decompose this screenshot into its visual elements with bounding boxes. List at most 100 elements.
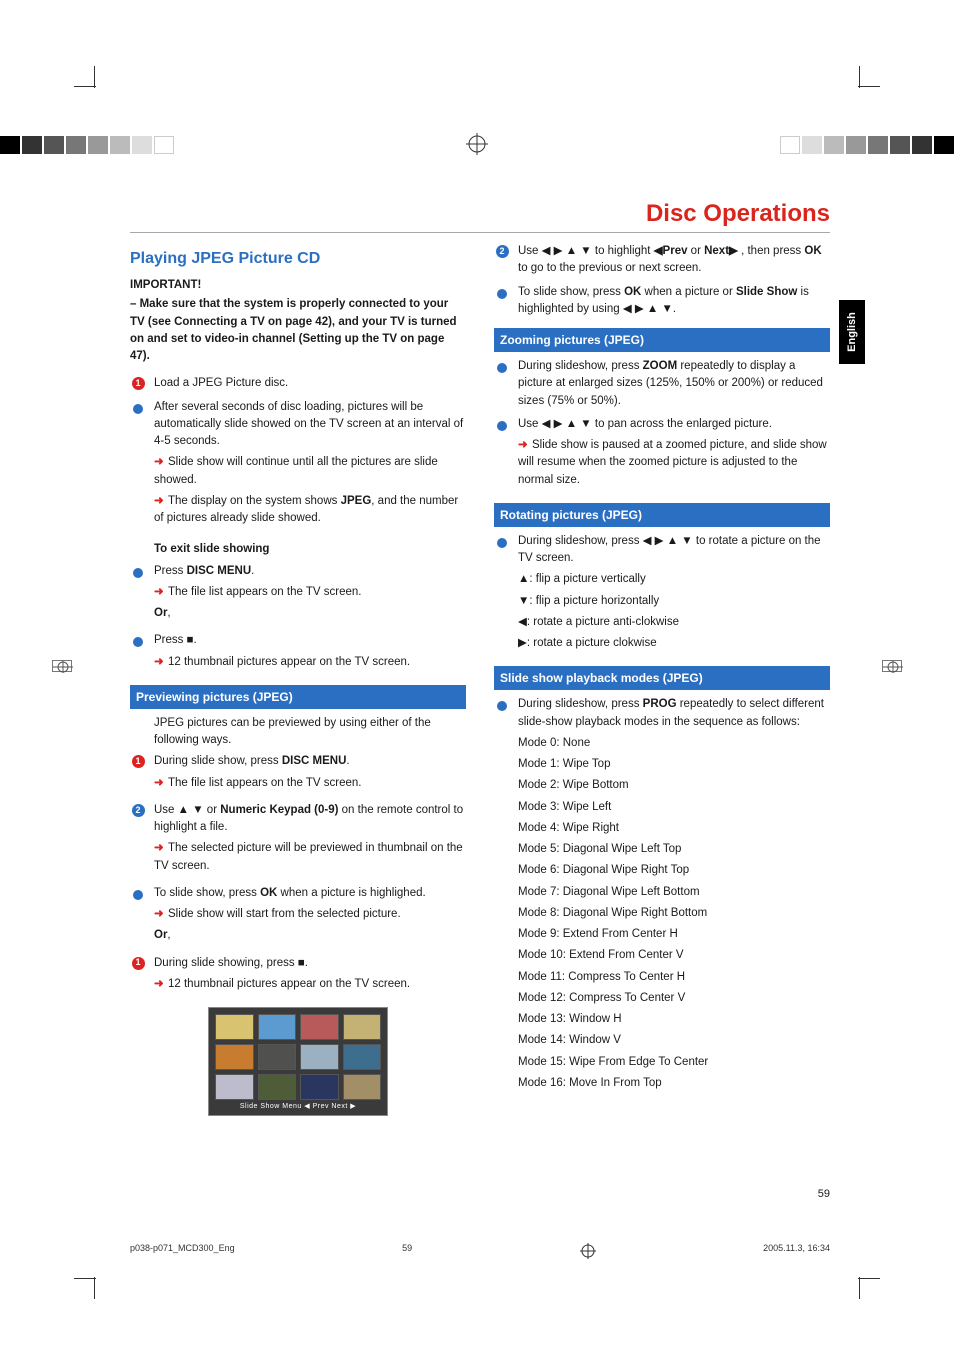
color-bar-right xyxy=(780,136,954,154)
arrow-text: The file list appears on the TV screen. xyxy=(168,777,361,789)
bullet-icon xyxy=(133,404,143,414)
language-tab: English xyxy=(839,300,865,364)
registration-mark-top xyxy=(466,133,488,158)
thumbnail-figure: Slide Show Menu ◀ Prev Next ▶ xyxy=(208,1007,388,1116)
arrow-text: The display on the system shows JPEG, an… xyxy=(154,495,458,524)
preview-intro: JPEG pictures can be previewed by using … xyxy=(154,715,466,750)
thumbnail xyxy=(258,1074,297,1100)
press-disc-menu: Press DISC MENU. xyxy=(154,563,361,580)
page-content: English Disc Operations Playing JPEG Pic… xyxy=(130,200,830,1200)
mode-item: Mode 16: Move In From Top xyxy=(518,1075,830,1092)
thumbnail-caption: Slide Show Menu ◀ Prev Next ▶ xyxy=(215,1100,381,1113)
crop-mark xyxy=(80,1265,108,1293)
print-color-bars xyxy=(0,130,954,160)
crop-mark xyxy=(80,72,108,100)
bullet-icon xyxy=(133,568,143,578)
section-bar-preview: Previewing pictures (JPEG) xyxy=(130,685,466,709)
arrow-icon: ➜ xyxy=(154,454,168,471)
or-label: Or xyxy=(154,929,167,941)
bullet-icon xyxy=(133,637,143,647)
bullet-text: During slideshow, press ZOOM repeatedly … xyxy=(518,358,830,410)
rotate-up: ▲: flip a picture vertically xyxy=(518,571,830,588)
step-number-icon: 1 xyxy=(132,377,145,390)
thumbnail xyxy=(215,1014,254,1040)
arrow-icon: ➜ xyxy=(154,493,168,510)
color-bar-left xyxy=(0,136,174,154)
crop-mark xyxy=(846,1265,874,1293)
thumbnail-grid xyxy=(215,1014,381,1100)
bullet-icon xyxy=(497,538,507,548)
section-bar-modes: Slide show playback modes (JPEG) xyxy=(494,666,830,690)
section-bar-zoom: Zooming pictures (JPEG) xyxy=(494,328,830,352)
registration-mark-right xyxy=(882,660,902,672)
thumbnail xyxy=(300,1044,339,1070)
mode-item: Mode 14: Window V xyxy=(518,1032,830,1049)
arrow-text: The file list appears on the TV screen. xyxy=(168,586,361,598)
step-text: Use ◀ ▶ ▲ ▼ to highlight ◀Prev or Next▶ … xyxy=(518,243,830,278)
bullet-text: To slide show, press OK when a picture o… xyxy=(518,284,830,319)
mode-item: Mode 1: Wipe Top xyxy=(518,756,830,773)
bullet-icon xyxy=(497,289,507,299)
mode-item: Mode 12: Compress To Center V xyxy=(518,990,830,1007)
footer-filename: p038-p071_MCD300_Eng xyxy=(130,1243,235,1261)
bullet-icon xyxy=(497,421,507,431)
or-label: Or xyxy=(154,607,167,619)
step-text: During slide showing, press ■. xyxy=(154,955,410,972)
arrow-icon: ➜ xyxy=(154,840,168,857)
rotate-intro: During slideshow, press ◀ ▶ ▲ ▼ to rotat… xyxy=(518,533,830,568)
arrow-text: 12 thumbnail pictures appear on the TV s… xyxy=(168,978,410,990)
bullet-text: Use ◀ ▶ ▲ ▼ to pan across the enlarged p… xyxy=(518,416,830,433)
bullet-icon xyxy=(497,701,507,711)
arrow-text: Slide show will continue until all the p… xyxy=(154,456,438,485)
mode-item: Mode 3: Wipe Left xyxy=(518,799,830,816)
mode-item: Mode 6: Diagonal Wipe Right Top xyxy=(518,862,830,879)
right-column: 2 Use ◀ ▶ ▲ ▼ to highlight ◀Prev or Next… xyxy=(494,243,830,1116)
registration-mark-left xyxy=(52,660,72,672)
arrow-icon: ➜ xyxy=(154,584,168,601)
mode-item: Mode 4: Wipe Right xyxy=(518,820,830,837)
arrow-text: The selected picture will be previewed i… xyxy=(154,842,463,871)
arrow-text: Slide show will start from the selected … xyxy=(168,908,401,920)
arrow-icon: ➜ xyxy=(518,437,532,454)
arrow-icon: ➜ xyxy=(154,654,168,671)
important-label: IMPORTANT! xyxy=(130,277,466,294)
rotate-down: ▼: flip a picture horizontally xyxy=(518,593,830,610)
step-text: Use ▲ ▼ or Numeric Keypad (0-9) on the r… xyxy=(154,802,466,837)
modes-intro: During slideshow, press PROG repeatedly … xyxy=(518,696,830,731)
step-number-icon: 2 xyxy=(496,245,509,258)
footer: p038-p071_MCD300_Eng 59 2005.11.3, 16:34 xyxy=(130,1243,830,1261)
step-text: Load a JPEG Picture disc. xyxy=(154,375,288,392)
step-number-icon: 1 xyxy=(132,755,145,768)
arrow-icon: ➜ xyxy=(154,775,168,792)
arrow-text: Slide show is paused at a zoomed picture… xyxy=(518,439,827,486)
step-number-icon: 2 xyxy=(132,804,145,817)
section-bar-rotate: Rotating pictures (JPEG) xyxy=(494,503,830,527)
thumbnail xyxy=(215,1074,254,1100)
mode-item: Mode 8: Diagonal Wipe Right Bottom xyxy=(518,905,830,922)
arrow-icon: ➜ xyxy=(154,906,168,923)
footer-timestamp: 2005.11.3, 16:34 xyxy=(763,1243,830,1261)
mode-item: Mode 0: None xyxy=(518,735,830,752)
footer-center-reg xyxy=(580,1243,596,1261)
rotate-right: ▶: rotate a picture clokwise xyxy=(518,635,830,652)
step-text: During slide show, press DISC MENU. xyxy=(154,753,361,770)
mode-item: Mode 13: Window H xyxy=(518,1011,830,1028)
exit-heading: To exit slide showing xyxy=(154,541,466,558)
mode-item: Mode 9: Extend From Center H xyxy=(518,926,830,943)
section-title: Disc Operations xyxy=(130,200,830,233)
important-text: – Make sure that the system is properly … xyxy=(130,296,466,365)
arrow-icon: ➜ xyxy=(154,976,168,993)
mode-item: Mode 7: Diagonal Wipe Left Bottom xyxy=(518,884,830,901)
footer-page: 59 xyxy=(402,1243,412,1261)
press-stop: Press ■. xyxy=(154,632,410,649)
crop-mark xyxy=(846,72,874,100)
mode-item: Mode 5: Diagonal Wipe Left Top xyxy=(518,841,830,858)
thumbnail xyxy=(258,1014,297,1040)
thumbnail xyxy=(343,1044,382,1070)
mode-item: Mode 11: Compress To Center H xyxy=(518,969,830,986)
bullet-icon xyxy=(133,890,143,900)
mode-item: Mode 2: Wipe Bottom xyxy=(518,777,830,794)
thumbnail xyxy=(343,1014,382,1040)
arrow-text: 12 thumbnail pictures appear on the TV s… xyxy=(168,656,410,668)
page-number: 59 xyxy=(818,1188,830,1200)
